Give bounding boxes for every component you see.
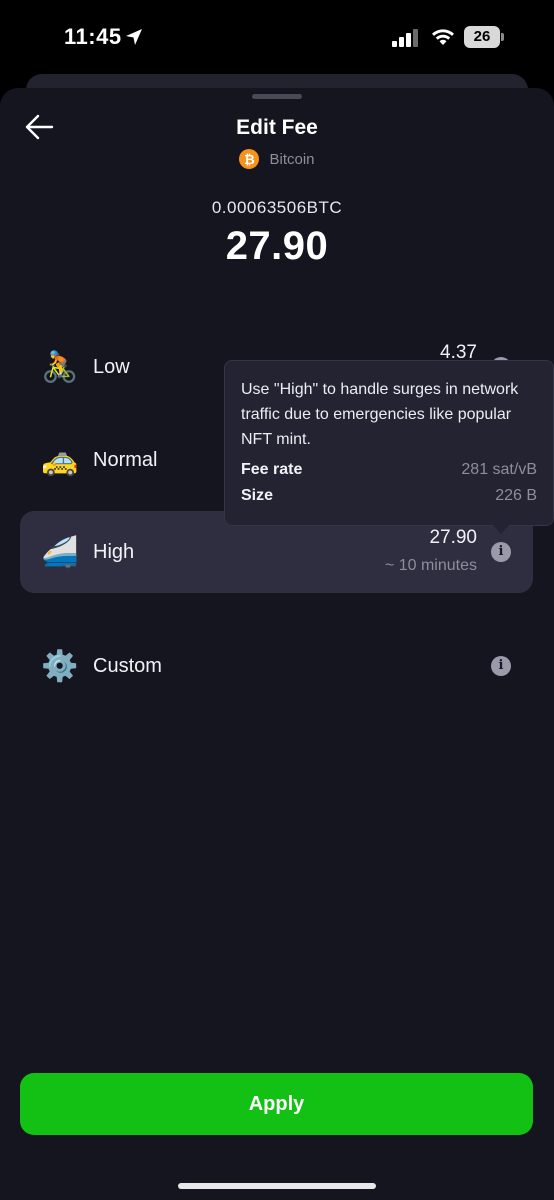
info-icon[interactable]: i: [491, 542, 511, 562]
tooltip-arrow: [492, 524, 510, 534]
tooltip-row-fee-rate: Fee rate 281 sat/vB: [241, 461, 537, 483]
tooltip-description: Use "High" to handle surges in network t…: [241, 381, 519, 448]
fee-crypto-amount: 0.00063506BTC: [211, 198, 343, 217]
tooltip-row-size: Size 226 B: [241, 487, 537, 509]
tooltip-row-value: 281 sat/vB: [461, 461, 537, 478]
network-row: ₿ Bitcoin: [0, 148, 554, 170]
bicycle-icon: 🚴: [41, 351, 79, 384]
fee-option-label: Low: [93, 356, 130, 378]
status-time: 11:45: [64, 24, 122, 49]
gear-icon: ⚙️: [41, 650, 79, 683]
battery-level: 26: [464, 26, 500, 48]
page-title: Edit Fee: [236, 116, 318, 139]
fee-option-time: ~ 10 minutes: [384, 557, 477, 574]
wifi-icon: [432, 29, 454, 45]
sheet-grabber[interactable]: [252, 94, 302, 99]
location-arrow-icon: [126, 29, 142, 45]
bitcoin-icon: ₿: [239, 149, 260, 169]
info-icon[interactable]: i: [491, 656, 511, 676]
status-bar: 11:45 26: [0, 0, 554, 74]
fee-option-custom[interactable]: ⚙️ Custom i: [20, 625, 533, 707]
fee-option-value: 27.90: [429, 527, 477, 548]
fee-option-label: Normal: [93, 449, 158, 471]
network-name: Bitcoin: [269, 150, 315, 168]
battery-icon: 26: [464, 26, 504, 48]
fee-option-label: Custom: [93, 655, 162, 677]
tooltip-row-value: 226 B: [495, 487, 537, 504]
train-icon: 🚄: [41, 536, 79, 569]
tooltip-row-label: Fee rate: [241, 461, 303, 478]
home-indicator[interactable]: [178, 1183, 376, 1189]
tooltip-row-label: Size: [241, 487, 274, 504]
fee-option-label: High: [93, 541, 135, 563]
fee-fiat-amount: 27.90: [225, 224, 329, 268]
taxi-icon: 🚕: [41, 444, 79, 477]
signal-icon: [392, 29, 418, 47]
battery-tip: [501, 33, 504, 41]
fee-info-tooltip: Use "High" to handle surges in network t…: [224, 360, 554, 526]
apply-button[interactable]: Apply: [20, 1073, 533, 1135]
